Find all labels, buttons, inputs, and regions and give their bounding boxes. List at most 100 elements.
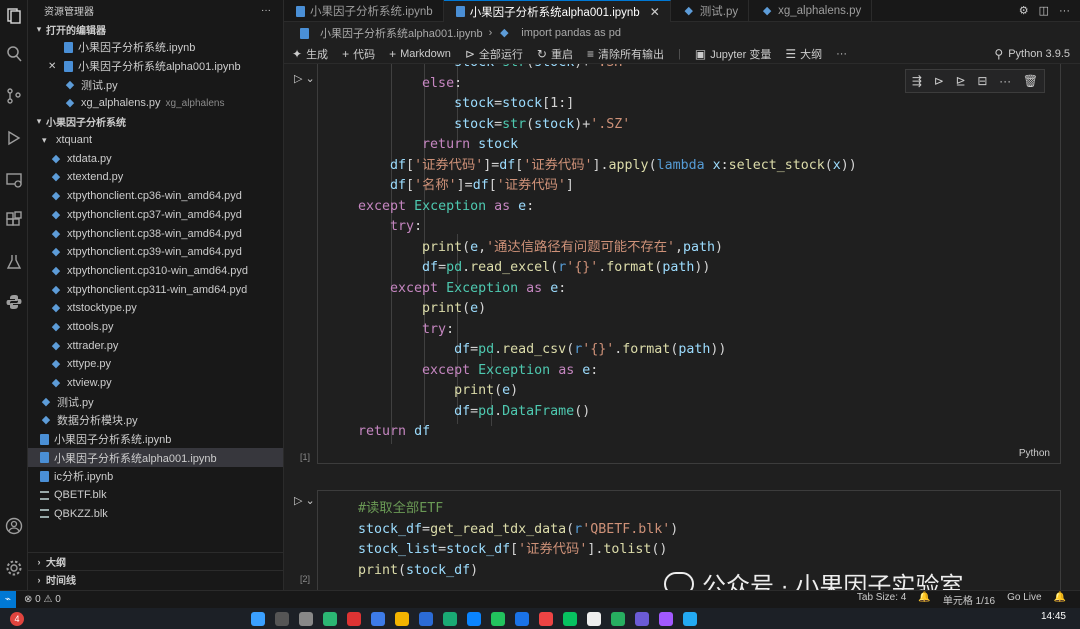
file-item[interactable]: ◆ xtpythonclient.cp36-win_amd64.pyd — [28, 187, 283, 206]
file-item[interactable]: ◆ xtextend.py — [28, 168, 283, 187]
cell-indicator[interactable]: 单元格 1/16 — [943, 592, 995, 607]
execute-below-icon[interactable]: ⊵ — [956, 74, 966, 88]
split-cell-icon[interactable]: ⊟ — [977, 74, 987, 88]
extensions-icon[interactable] — [0, 206, 28, 234]
app-icon[interactable] — [443, 611, 457, 626]
file-item[interactable]: 小果因子分析系统.ipynb — [28, 430, 283, 449]
editor-tab[interactable]: ◆ 测试.py — [671, 0, 750, 22]
run-by-line-icon[interactable]: ⇶ — [912, 74, 922, 88]
jupyter-variables-button[interactable]: ▣ Jupyter 变量 — [695, 46, 771, 62]
restart-button[interactable]: ↻ 重启 — [537, 46, 573, 62]
file-item[interactable]: ◆ xtpythonclient.cp311-win_amd64.pyd — [28, 280, 283, 299]
kernel-picker[interactable]: ⚲ Python 3.9.5 — [994, 47, 1080, 61]
outline-section[interactable]: › 大纲 — [28, 552, 283, 570]
run-all-button[interactable]: ⊳ 全部运行 — [465, 46, 523, 62]
timeline-section[interactable]: › 时间线 — [28, 570, 283, 588]
app-icon[interactable] — [491, 611, 505, 626]
add-code-button[interactable]: + 代码 — [342, 46, 375, 62]
file-item[interactable]: ◆ 数据分析模块.py — [28, 411, 283, 430]
breadcrumb-file[interactable]: 小果因子分析系统alpha001.ipynb — [320, 25, 483, 41]
open-editor-item[interactable]: ✕ 小果因子分析系统alpha001.ipynb — [28, 57, 283, 76]
file-item[interactable]: ◆ xtpythonclient.cp38-win_amd64.pyd — [28, 224, 283, 243]
delete-cell-icon[interactable]: 🗑 — [1023, 74, 1038, 88]
file-item[interactable]: ◆ xtpythonclient.cp310-win_amd64.pyd — [28, 262, 283, 281]
file-item[interactable]: ◆ 测试.py — [28, 392, 283, 411]
cell-language-label[interactable]: Python — [1019, 448, 1050, 459]
outline-button[interactable]: ☰ 大纲 — [785, 46, 822, 62]
explorer-more-button[interactable]: ··· — [261, 5, 271, 16]
file-item[interactable]: ◆ xttype.py — [28, 355, 283, 374]
search-taskbar-icon[interactable] — [275, 611, 289, 626]
tab-size[interactable]: Tab Size: 4 — [857, 592, 906, 607]
cell-more-icon[interactable]: ··· — [999, 74, 1011, 88]
source-control-icon[interactable] — [0, 82, 28, 110]
account-icon[interactable] — [0, 512, 28, 540]
app-icon[interactable] — [347, 611, 361, 626]
file-item[interactable]: ◆ xtstocktype.py — [28, 299, 283, 318]
start-icon[interactable] — [251, 611, 265, 626]
run-cell-2-icon[interactable]: ▷ ⌄ — [294, 494, 315, 507]
problems-indicator[interactable]: ⊗ 0 ⚠ 0 — [24, 594, 61, 605]
toolbar-more-button[interactable]: ··· — [836, 48, 847, 60]
file-item[interactable]: ◆ xttools.py — [28, 318, 283, 337]
code-cell-1[interactable]: stock=str(stock)+'.SH' else: stock=stock… — [317, 64, 1061, 464]
file-item[interactable]: ◆ xttrader.py — [28, 336, 283, 355]
file-item[interactable]: ◆ xtdata.py — [28, 149, 283, 168]
notification-badge[interactable]: 4 — [10, 611, 24, 626]
folder-xtquant[interactable]: ▾ xtquant — [28, 131, 283, 150]
app-icon[interactable] — [659, 611, 673, 626]
open-editor-item[interactable]: 小果因子分析系统.ipynb — [28, 38, 283, 57]
open-editor-item[interactable]: ◆ xg_alphalens.py xg_alphalens — [28, 94, 283, 113]
app-icon[interactable] — [467, 611, 481, 626]
clock[interactable]: 14:45 — [1041, 611, 1066, 622]
explorer-icon[interactable] — [0, 2, 28, 30]
go-live-button[interactable]: Go Live — [1007, 592, 1041, 607]
file-item[interactable]: QBETF.blk — [28, 486, 283, 505]
file-item[interactable]: ◆ xtview.py — [28, 374, 283, 393]
editor-tab[interactable]: 小果因子分析系统alpha001.ipynb ✕ — [443, 0, 671, 22]
run-debug-icon[interactable] — [0, 124, 28, 152]
search-icon[interactable] — [0, 40, 28, 68]
settings-gear-icon[interactable] — [0, 554, 28, 582]
app-icon[interactable] — [419, 611, 433, 626]
app-icon[interactable] — [371, 611, 385, 626]
vscode-icon[interactable] — [683, 611, 697, 626]
edge-icon[interactable] — [323, 611, 337, 626]
file-item[interactable]: 小果因子分析系统alpha001.ipynb — [28, 448, 283, 468]
clear-outputs-button[interactable]: ≡ 清除所有输出 — [587, 46, 664, 62]
remote-explorer-icon[interactable] — [0, 166, 28, 194]
toggle-panel-icon[interactable]: ◫ — [1039, 4, 1049, 17]
notifications-icon[interactable]: 🔔 — [1054, 592, 1066, 607]
remote-indicator-icon[interactable]: ⌁ — [0, 590, 16, 609]
wechat-taskbar-icon[interactable] — [563, 611, 577, 626]
more-actions-icon[interactable]: ··· — [1059, 5, 1070, 17]
open-editors-section[interactable]: ▾ 打开的编辑器 — [28, 20, 283, 38]
app-icon[interactable] — [539, 611, 553, 626]
editor-tab[interactable]: 小果因子分析系统.ipynb — [284, 0, 444, 22]
gear-icon[interactable]: ⚙ — [1019, 4, 1029, 17]
breadcrumb-item[interactable]: import pandas as pd — [521, 27, 621, 39]
open-editor-item[interactable]: ◆ 测试.py — [28, 75, 283, 94]
testing-icon[interactable] — [0, 248, 28, 276]
file-item[interactable]: ◆ xtpythonclient.cp39-win_amd64.pyd — [28, 243, 283, 262]
taskview-icon[interactable] — [299, 611, 313, 626]
python-icon[interactable] — [0, 288, 28, 316]
add-markdown-button[interactable]: + Markdown — [389, 47, 451, 61]
code-cell-2-source[interactable]: #读取全部ETF stock_df=get_read_tdx_data(r'QB… — [358, 499, 678, 581]
run-cell-icon[interactable]: ▷ ⌄ — [294, 72, 315, 85]
file-item[interactable]: ◆ xtpythonclient.cp37-win_amd64.pyd — [28, 206, 283, 225]
editor-tab[interactable]: ◆ xg_alphalens.py — [749, 0, 873, 22]
generate-button[interactable]: ✦ 生成 — [292, 46, 328, 62]
code-cell-1-source[interactable]: stock=str(stock)+'.SH' else: stock=stock… — [358, 64, 857, 443]
file-item[interactable]: ic分析.ipynb — [28, 467, 283, 486]
bell-status-icon[interactable]: 🔔 — [918, 592, 930, 607]
folder-section[interactable]: ▾ 小果因子分析系统 — [28, 113, 283, 131]
close-icon[interactable]: ✕ — [48, 61, 64, 72]
app-icon[interactable] — [587, 611, 601, 626]
execute-above-icon[interactable]: ⊳ — [934, 74, 944, 88]
app-icon[interactable] — [515, 611, 529, 626]
app-icon[interactable] — [635, 611, 649, 626]
close-icon[interactable]: ✕ — [650, 5, 660, 19]
file-item[interactable]: QBKZZ.blk — [28, 505, 283, 524]
folder-icon[interactable] — [395, 611, 409, 626]
